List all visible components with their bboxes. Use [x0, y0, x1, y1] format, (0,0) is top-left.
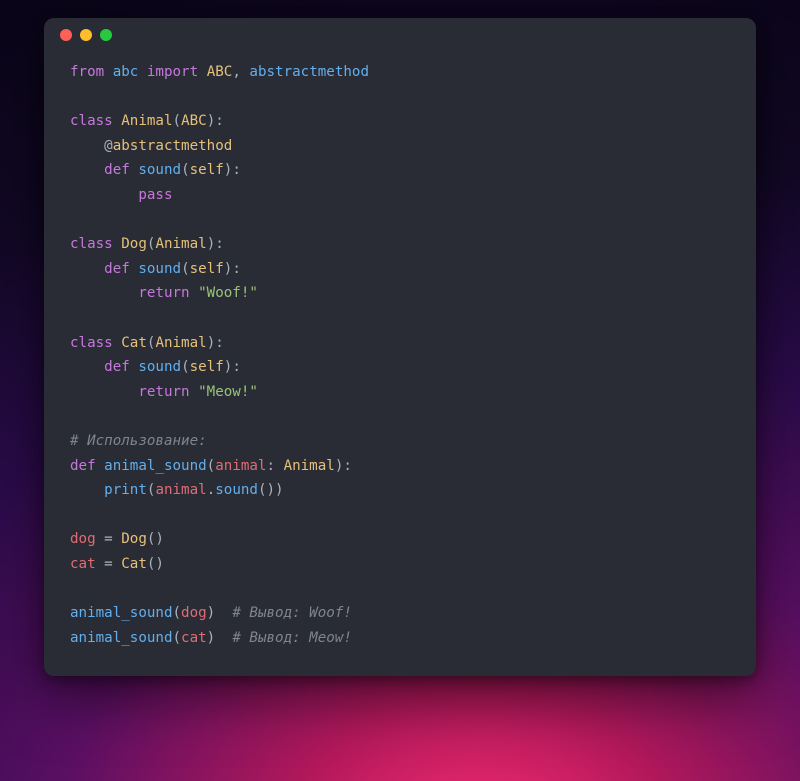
keyword-def: def [104, 162, 130, 178]
code-line: animal_sound(dog) # Вывод: Woof! [70, 605, 352, 621]
param-name: animal [215, 458, 266, 474]
var-name: cat [70, 556, 96, 572]
assign: = [96, 556, 122, 572]
keyword-return: return [138, 384, 189, 400]
method-name: sound [138, 359, 181, 375]
import-name: ABC [207, 64, 233, 80]
code-line: @abstractmethod [70, 138, 232, 154]
paren: ): [224, 359, 241, 375]
comma: , [232, 64, 249, 80]
paren: ( [207, 458, 216, 474]
self-param: self [190, 359, 224, 375]
comment: # Использование: [70, 433, 207, 449]
class-name: Dog [121, 236, 147, 252]
paren: () [147, 556, 164, 572]
comment: # Вывод: Meow! [232, 630, 352, 646]
code-line: class Cat(Animal): [70, 335, 224, 351]
code-line: class Animal(ABC): [70, 113, 224, 129]
code-line: animal_sound(cat) # Вывод: Meow! [70, 630, 352, 646]
var-name: dog [70, 531, 96, 547]
paren: ): [335, 458, 352, 474]
paren: ) [207, 630, 216, 646]
code-line: return "Woof!" [70, 285, 258, 301]
code-line: from abc import ABC, abstractmethod [70, 64, 369, 80]
function-call: animal_sound [70, 630, 173, 646]
keyword-class: class [70, 335, 113, 351]
code-line: # Использование: [70, 433, 207, 449]
self-param: self [190, 162, 224, 178]
paren: ( [173, 113, 182, 129]
paren: ()) [258, 482, 284, 498]
import-name: abstractmethod [249, 64, 369, 80]
decorator: abstractmethod [113, 138, 233, 154]
code-line: def animal_sound(animal: Animal): [70, 458, 352, 474]
arg: cat [181, 630, 207, 646]
string-literal: "Woof!" [198, 285, 258, 301]
paren: () [147, 531, 164, 547]
method-call: sound [215, 482, 258, 498]
colon: : [266, 458, 283, 474]
keyword-pass: pass [138, 187, 172, 203]
paren: ( [173, 630, 182, 646]
paren: ): [207, 113, 224, 129]
arg: dog [181, 605, 207, 621]
code-line: cat = Cat() [70, 556, 164, 572]
class-name: Cat [121, 335, 147, 351]
paren: ): [207, 236, 224, 252]
code-line: def sound(self): [70, 261, 241, 277]
code-line: def sound(self): [70, 359, 241, 375]
method-name: sound [138, 261, 181, 277]
code-line: print(animal.sound()) [70, 482, 284, 498]
code-window: from abc import ABC, abstractmethod clas… [44, 18, 756, 676]
var-ref: animal [155, 482, 206, 498]
minimize-icon[interactable] [80, 29, 92, 41]
paren: ): [224, 162, 241, 178]
string-literal: "Meow!" [198, 384, 258, 400]
module-name: abc [113, 64, 139, 80]
close-icon[interactable] [60, 29, 72, 41]
assign: = [96, 531, 122, 547]
constructor: Dog [121, 531, 147, 547]
dot: . [207, 482, 216, 498]
code-line: return "Meow!" [70, 384, 258, 400]
keyword-from: from [70, 64, 104, 80]
keyword-return: return [138, 285, 189, 301]
keyword-import: import [147, 64, 198, 80]
comment: # Вывод: Woof! [232, 605, 352, 621]
code-line: class Dog(Animal): [70, 236, 224, 252]
keyword-def: def [70, 458, 96, 474]
class-name: Animal [121, 113, 172, 129]
paren: ( [181, 359, 190, 375]
base-class: Animal [155, 335, 206, 351]
code-line: def sound(self): [70, 162, 241, 178]
keyword-class: class [70, 113, 113, 129]
keyword-def: def [104, 261, 130, 277]
paren: ( [181, 261, 190, 277]
method-name: sound [138, 162, 181, 178]
paren: ): [207, 335, 224, 351]
code-line: pass [70, 187, 173, 203]
code-line: dog = Dog() [70, 531, 164, 547]
type-annotation: Animal [284, 458, 335, 474]
function-name: animal_sound [104, 458, 207, 474]
base-class: ABC [181, 113, 207, 129]
at-sign: @ [104, 138, 113, 154]
function-call: animal_sound [70, 605, 173, 621]
builtin-call: print [104, 482, 147, 498]
paren: ): [224, 261, 241, 277]
self-param: self [190, 261, 224, 277]
base-class: Animal [155, 236, 206, 252]
keyword-def: def [104, 359, 130, 375]
paren: ( [181, 162, 190, 178]
code-block: from abc import ABC, abstractmethod clas… [44, 52, 756, 650]
window-titlebar [44, 18, 756, 52]
maximize-icon[interactable] [100, 29, 112, 41]
constructor: Cat [121, 556, 147, 572]
paren: ) [207, 605, 216, 621]
paren: ( [173, 605, 182, 621]
keyword-class: class [70, 236, 113, 252]
